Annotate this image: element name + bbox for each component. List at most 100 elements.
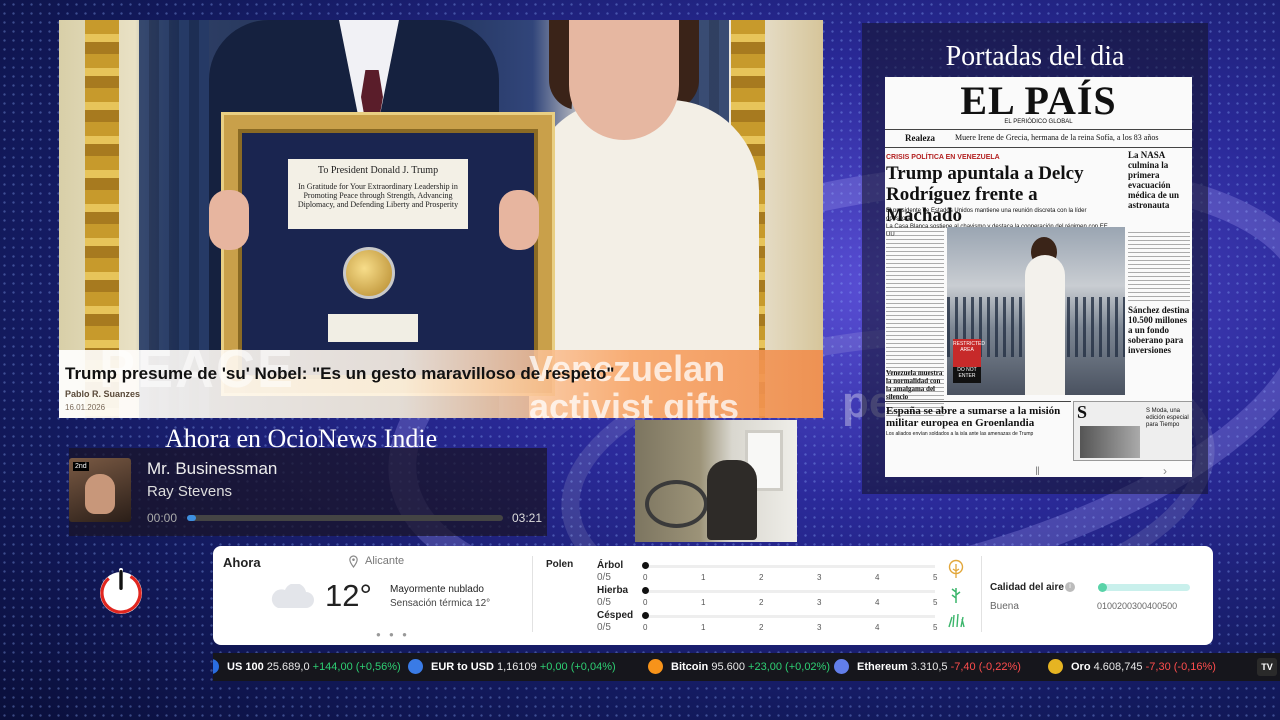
divider: [885, 401, 1071, 402]
pollen-value: 0/5: [597, 622, 611, 633]
plaque-title: To President Donald J. Trump: [317, 165, 439, 176]
ticker-item[interactable]: EUR to USD 1,16109 +0,00 (+0,04%): [431, 661, 616, 673]
chevron-right-icon[interactable]: ›: [1163, 464, 1167, 477]
ticker-change: +0,00 (+0,04%): [539, 661, 616, 673]
music-player[interactable]: 2nd Mr. Businessman Ray Stevens 00:00 03…: [69, 448, 547, 536]
pollen-tick: 0: [643, 623, 648, 632]
weather-temperature: 12°: [325, 578, 372, 613]
pollen-name: Hierba: [597, 585, 629, 596]
ticker-value: 1,16109: [493, 661, 540, 673]
weather-feels-like: Sensación térmica 12°: [390, 598, 491, 609]
ticker-value: 4.608,745: [1090, 661, 1146, 673]
smoda-letter: S: [1077, 402, 1088, 422]
cover-side-headline: La NASA culmina la primera evacuación mé…: [1128, 150, 1180, 210]
cover-bottom-headline: España se abre a sumarse a la misión mil…: [886, 405, 1061, 429]
power-icon[interactable]: [96, 567, 146, 617]
page-dot-icon[interactable]: ‖: [1035, 464, 1040, 477]
pollen-tick: 3: [817, 573, 822, 582]
pollen-tick: 2: [759, 598, 764, 607]
divider: [532, 556, 533, 632]
album-cover: 2nd: [69, 458, 131, 522]
air-quality-bar: [1098, 584, 1190, 591]
news-card[interactable]: To President Donald J. Trump In Gratitud…: [59, 20, 823, 418]
news-headline[interactable]: Trump presume de 'su' Nobel: "Es un gest…: [65, 364, 614, 384]
photo-side-text-2: activist gifts Trump: [529, 386, 740, 419]
pollen-tick: 0: [643, 573, 648, 582]
ticker-icon: [408, 659, 423, 674]
pollen-row-cesped: Césped 0/5 0 1 2 3 4 5: [597, 610, 965, 634]
realeza-text: Muere Irene de Grecia, hermana de la rei…: [955, 133, 1159, 142]
ticker-name: US 100: [227, 661, 264, 673]
air-quality-level: Buena: [990, 601, 1019, 612]
pollen-level-dot: [642, 562, 649, 569]
ticker-name: Oro: [1071, 661, 1091, 673]
progress-bar[interactable]: [187, 515, 503, 521]
air-quality-dot: [1098, 583, 1107, 592]
cloud-icon: [271, 584, 314, 608]
newspaper-subhead: EL PERIÓDICO GLOBAL: [1004, 119, 1073, 125]
weather-location[interactable]: Alicante: [365, 555, 404, 567]
ticker-icon: [1048, 659, 1063, 674]
grass-icon: [948, 613, 965, 628]
weed-icon: [951, 588, 961, 603]
news-author: Pablo R. Suanzes: [65, 389, 141, 399]
progress-fill: [187, 515, 197, 521]
front-pages-title: Portadas del dia: [945, 41, 1125, 72]
pollen-tick: 2: [759, 623, 764, 632]
pollen-track: [645, 590, 935, 593]
news-date: 16.01.2026: [65, 403, 106, 412]
ticker-icon: [213, 659, 219, 674]
smoda-box: S S Moda, una edición especial para Tiem…: [1073, 401, 1192, 461]
cover-bottom-sub: Los aliados envían soldados a la isla an…: [886, 431, 1034, 437]
nobel-medal: [343, 247, 395, 299]
cover-kicker: CRISIS POLÍTICA EN VENEZUELA: [886, 154, 1000, 161]
pollen-tick: 4: [875, 623, 880, 632]
pollen-tick: 4: [875, 598, 880, 607]
ticker-change: +144,00 (+0,56%): [312, 661, 401, 673]
weather-title: Ahora: [223, 555, 261, 570]
pollen-level-dot: [642, 587, 649, 594]
ticker-value: 3.310,5: [907, 661, 951, 673]
pollen-tick: 0: [643, 598, 648, 607]
market-ticker[interactable]: TV US 100 25.689,0 +144,00 (+0,56%) EUR t…: [213, 653, 1280, 681]
pollen-tick: 3: [817, 598, 822, 607]
time-total: 03:21: [512, 511, 543, 525]
front-pages-panel[interactable]: Portadas del dia EL PAÍS EL PERIÓDICO GL…: [862, 23, 1208, 494]
cover-face: [85, 474, 115, 514]
hand-right: [499, 190, 539, 250]
newspaper-cover[interactable]: EL PAÍS EL PERIÓDICO GLOBAL Realeza Muer…: [885, 77, 1192, 477]
weather-widget[interactable]: Ahora Alicante 12° Mayormente nublado Se…: [213, 546, 1213, 645]
ticker-name: EUR to USD: [431, 661, 494, 673]
ticker-item[interactable]: US 100 25.689,0 +144,00 (+0,56%): [227, 661, 401, 673]
woman-face: [569, 20, 679, 140]
info-icon[interactable]: i: [1065, 582, 1075, 592]
air-quality-label: Calidad del aire: [990, 582, 1064, 593]
tradingview-logo[interactable]: TV: [1257, 658, 1277, 676]
divider: [981, 556, 982, 632]
pollen-tick: 5: [933, 598, 938, 607]
smoda-text: S Moda, una edición especial para Tiempo: [1146, 408, 1189, 428]
carousel-dots[interactable]: ● ● ●: [376, 630, 410, 639]
ticker-item[interactable]: Oro 4.608,745 -7,30 (-0,16%): [1071, 661, 1216, 673]
ticker-item[interactable]: Bitcoin 95.600 +23,00 (+0,02%): [671, 661, 830, 673]
pollen-tick: 3: [817, 623, 822, 632]
ticker-item[interactable]: Ethereum 3.310,5 -7,40 (-0,22%): [857, 661, 1021, 673]
divider: [885, 147, 1192, 148]
pollen-row-hierba: Hierba 0/5 0 1 2 3 4 5: [597, 585, 961, 609]
ticker-value: 95.600: [708, 661, 749, 673]
divider: [885, 129, 1192, 130]
ticker-change: -7,30 (-0,16%): [1145, 661, 1216, 673]
cover-tag: 2nd: [73, 462, 89, 471]
room-bike: [645, 480, 708, 528]
camera-thumbnail[interactable]: [635, 420, 797, 542]
hand-left: [209, 190, 249, 250]
pollen-tick: 4: [875, 573, 880, 582]
cover-text-column-2: [1128, 232, 1190, 302]
ticker-icon: [834, 659, 849, 674]
pollen-tick: 1: [701, 623, 706, 632]
song-artist: Ray Stevens: [147, 483, 233, 500]
photo-side-text: Venezuelan activist gifts Trump: [529, 350, 823, 419]
ticker-name: Ethereum: [857, 661, 908, 673]
pollen-tick: 5: [933, 623, 938, 632]
pollen-value: 0/5: [597, 597, 611, 608]
